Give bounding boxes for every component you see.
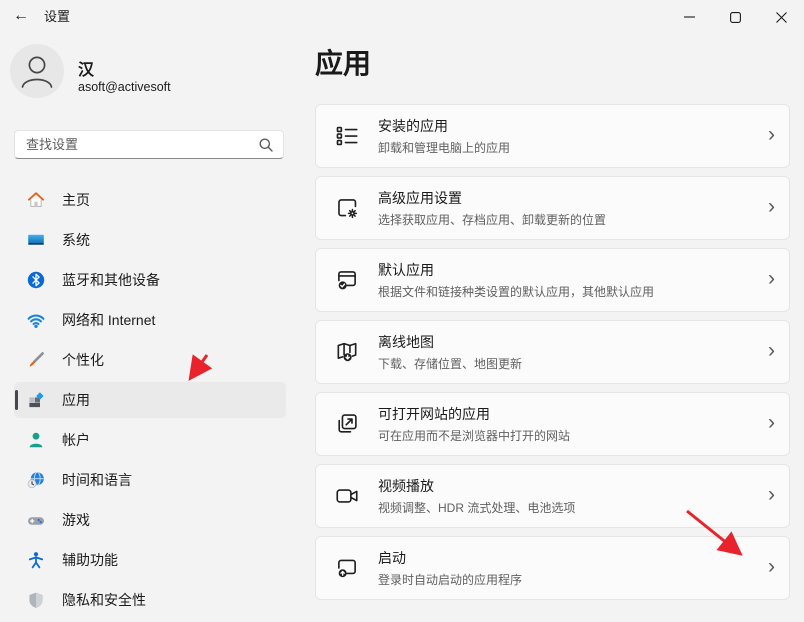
bluetooth-icon	[26, 270, 46, 290]
back-button[interactable]: ←	[4, 1, 38, 31]
window-controls	[666, 0, 804, 34]
sidebar-item-accounts[interactable]: 帐户	[14, 422, 286, 458]
settings-window: { "titlebar": { "title": "设置" }, "profil…	[0, 0, 804, 613]
system-icon	[26, 230, 46, 250]
profile-email: asoft@activesoft	[78, 80, 171, 94]
gaming-gamepad-icon	[26, 510, 46, 530]
settings-card-video-playback[interactable]: 视频播放 视频调整、HDR 流式处理、电池选项 ›	[315, 464, 790, 528]
card-subtitle: 登录时自动启动的应用程序	[378, 571, 768, 588]
sidebar-item-time-language[interactable]: 时间和语言	[14, 462, 286, 498]
sidebar-item-home[interactable]: 主页	[14, 182, 286, 218]
sidebar-item-system[interactable]: 系统	[14, 222, 286, 258]
time-language-globe-icon	[26, 470, 46, 490]
chevron-right-icon: ›	[768, 484, 775, 508]
sidebar-item-label: 系统	[62, 230, 90, 250]
card-subtitle: 卸载和管理电脑上的应用	[378, 139, 768, 156]
search-icon	[258, 137, 274, 153]
page-title: 应用	[315, 42, 371, 82]
home-icon	[26, 190, 46, 210]
maximize-button[interactable]	[712, 0, 758, 34]
user-profile[interactable]: 汉 asoft@activesoft	[10, 44, 300, 102]
sidebar-item-label: 个性化	[62, 350, 104, 370]
card-title: 安装的应用	[378, 116, 768, 136]
avatar	[10, 44, 64, 98]
settings-card-apps-for-websites[interactable]: 可打开网站的应用 可在应用而不是浏览器中打开的网站 ›	[315, 392, 790, 456]
card-title: 离线地图	[378, 332, 768, 352]
sidebar-item-personalization[interactable]: 个性化	[14, 342, 286, 378]
chevron-right-icon: ›	[768, 268, 775, 292]
card-title: 视频播放	[378, 476, 768, 496]
card-title: 默认应用	[378, 260, 768, 280]
sidebar-item-network[interactable]: 网络和 Internet	[14, 302, 286, 338]
back-arrow-icon: ←	[13, 7, 29, 25]
selected-indicator	[15, 390, 18, 410]
chevron-right-icon: ›	[768, 196, 775, 220]
maximize-icon	[730, 12, 741, 23]
chevron-right-icon: ›	[768, 124, 775, 148]
advanced-app-settings-icon	[334, 195, 360, 221]
card-title: 启动	[378, 548, 768, 568]
card-title: 可打开网站的应用	[378, 404, 768, 424]
sidebar-item-gaming[interactable]: 游戏	[14, 502, 286, 538]
search-input[interactable]	[15, 131, 283, 158]
minimize-button[interactable]	[666, 0, 712, 34]
card-subtitle: 根据文件和链接种类设置的默认应用，其他默认应用	[378, 283, 768, 300]
settings-card-list: 安装的应用 卸载和管理电脑上的应用 › 高级应用设置 选择获取应用、存档应用、卸…	[315, 104, 790, 600]
default-apps-icon	[334, 267, 360, 293]
installed-apps-icon	[334, 123, 360, 149]
titlebar: ← 设置	[0, 0, 804, 40]
sidebar-item-apps[interactable]: 应用	[14, 382, 286, 418]
sidebar-item-label: 帐户	[62, 430, 90, 450]
apps-icon	[26, 390, 46, 410]
accounts-person-icon	[26, 430, 46, 450]
settings-card-installed-apps[interactable]: 安装的应用 卸载和管理电脑上的应用 ›	[315, 104, 790, 168]
startup-icon	[334, 555, 360, 581]
card-subtitle: 选择获取应用、存档应用、卸载更新的位置	[378, 211, 768, 228]
settings-card-startup[interactable]: 启动 登录时自动启动的应用程序 ›	[315, 536, 790, 600]
personalization-brush-icon	[26, 350, 46, 370]
privacy-shield-icon	[26, 590, 46, 610]
sidebar-item-accessibility[interactable]: 辅助功能	[14, 542, 286, 578]
video-playback-icon	[334, 483, 360, 509]
settings-card-default-apps[interactable]: 默认应用 根据文件和链接种类设置的默认应用，其他默认应用 ›	[315, 248, 790, 312]
search-box	[14, 130, 284, 159]
sidebar-nav: 主页 系统 蓝牙和其他设备	[4, 182, 296, 622]
settings-card-offline-maps[interactable]: 离线地图 下载、存储位置、地图更新 ›	[315, 320, 790, 384]
chevron-right-icon: ›	[768, 412, 775, 436]
card-subtitle: 下载、存储位置、地图更新	[378, 355, 768, 372]
sidebar-item-label: 游戏	[62, 510, 90, 530]
sidebar-item-label: 主页	[62, 190, 90, 210]
accessibility-icon	[26, 550, 46, 570]
sidebar-item-label: 时间和语言	[62, 470, 132, 490]
chevron-right-icon: ›	[768, 556, 775, 580]
network-wifi-icon	[26, 310, 46, 330]
chevron-right-icon: ›	[768, 340, 775, 364]
profile-name: 汉	[78, 56, 94, 80]
offline-maps-icon	[334, 339, 360, 365]
card-subtitle: 视频调整、HDR 流式处理、电池选项	[378, 499, 768, 516]
sidebar-item-label: 应用	[62, 390, 90, 410]
window-title: 设置	[44, 6, 70, 25]
close-button[interactable]	[758, 0, 804, 34]
card-title: 高级应用设置	[378, 188, 768, 208]
close-icon	[776, 12, 787, 23]
sidebar-item-label: 网络和 Internet	[62, 310, 155, 330]
minimize-icon	[684, 16, 695, 18]
sidebar-item-label: 隐私和安全性	[62, 590, 146, 610]
settings-card-advanced-app-settings[interactable]: 高级应用设置 选择获取应用、存档应用、卸载更新的位置 ›	[315, 176, 790, 240]
apps-for-websites-icon	[334, 411, 360, 437]
card-subtitle: 可在应用而不是浏览器中打开的网站	[378, 427, 768, 444]
sidebar-item-label: 蓝牙和其他设备	[62, 270, 160, 290]
sidebar-item-label: 辅助功能	[62, 550, 118, 570]
sidebar-item-bluetooth[interactable]: 蓝牙和其他设备	[14, 262, 286, 298]
person-icon	[10, 44, 64, 98]
